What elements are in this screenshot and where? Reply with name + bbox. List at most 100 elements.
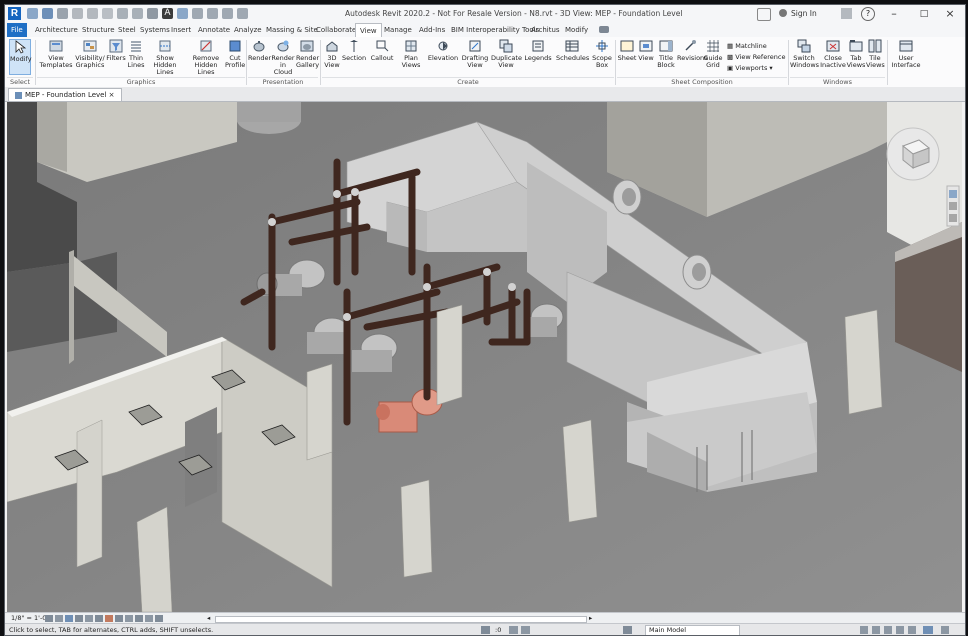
open-icon[interactable] bbox=[27, 8, 38, 19]
tag-icon[interactable] bbox=[147, 8, 158, 19]
exhaust-fan-2[interactable] bbox=[682, 254, 712, 290]
select-pinned-icon[interactable] bbox=[884, 626, 892, 634]
sheet-button[interactable]: Sheet bbox=[617, 39, 637, 62]
tab-file[interactable]: File bbox=[7, 23, 27, 37]
thin-lines-button[interactable]: Thin Lines bbox=[127, 39, 145, 69]
tab-modify[interactable]: Modify bbox=[561, 23, 592, 37]
user-interface-button[interactable]: User Interface bbox=[891, 39, 921, 69]
print-icon[interactable] bbox=[102, 8, 113, 19]
legends-button[interactable]: Legends bbox=[524, 39, 552, 62]
title-block-button[interactable]: Title Block bbox=[656, 39, 676, 69]
section-button[interactable]: Section bbox=[342, 39, 366, 62]
tab-architus[interactable]: Architus bbox=[527, 23, 564, 37]
tab-view[interactable]: View bbox=[355, 23, 382, 38]
plan-views-button[interactable]: Plan Views bbox=[398, 39, 424, 69]
tab-insert[interactable]: Insert bbox=[167, 23, 195, 37]
reveal-hidden-icon[interactable] bbox=[115, 615, 123, 622]
schedules-button[interactable]: Schedules bbox=[556, 39, 589, 62]
temporary-hide-icon[interactable] bbox=[105, 615, 113, 622]
sign-in-link[interactable]: Sign In bbox=[791, 9, 817, 18]
analytical-model-icon[interactable] bbox=[125, 615, 133, 622]
navigation-bar[interactable] bbox=[946, 185, 960, 227]
editable-only-icon[interactable] bbox=[521, 626, 530, 634]
tab-manage[interactable]: Manage bbox=[380, 23, 416, 37]
close-inactive-button[interactable]: Close Inactive bbox=[820, 39, 846, 69]
tab-add-ins[interactable]: Add-Ins bbox=[415, 23, 449, 37]
undo-icon[interactable] bbox=[72, 8, 83, 19]
callout-button[interactable]: Callout bbox=[368, 39, 396, 62]
help-icon[interactable]: ? bbox=[861, 7, 875, 21]
render-icon[interactable] bbox=[85, 615, 93, 622]
ribbon-options-icon[interactable] bbox=[599, 26, 609, 33]
render-in-cloud-button[interactable]: Render in Cloud bbox=[270, 39, 296, 76]
status-settings-icon[interactable] bbox=[941, 626, 949, 634]
tile-views-button[interactable]: Tile Views bbox=[866, 39, 885, 69]
view-reference-button[interactable]: ▩ View Reference bbox=[727, 52, 785, 63]
select-by-face-icon[interactable] bbox=[896, 626, 904, 634]
close-hidden-icon[interactable] bbox=[222, 8, 233, 19]
render-button[interactable]: Render bbox=[248, 39, 271, 62]
revisions-button[interactable]: Revisions bbox=[677, 39, 708, 62]
view-templates-button[interactable]: View Templates bbox=[39, 39, 73, 69]
worksets-icon[interactable] bbox=[481, 626, 490, 634]
active-design-option-select[interactable]: Main Model bbox=[645, 625, 740, 635]
redo-icon[interactable] bbox=[87, 8, 98, 19]
filter-icon[interactable] bbox=[923, 626, 933, 634]
highlight-displacement-icon[interactable] bbox=[135, 615, 143, 622]
3d-view-button[interactable]: 3D View bbox=[322, 39, 342, 69]
visibility-graphics-button[interactable]: Visibility/ Graphics bbox=[75, 39, 105, 69]
sync-icon[interactable] bbox=[57, 8, 68, 19]
detail-level-icon[interactable] bbox=[45, 615, 53, 622]
duplicate-view-button[interactable]: Duplicate View bbox=[491, 39, 522, 69]
switch-windows-button[interactable]: Switch Windows bbox=[790, 39, 819, 69]
cart-icon[interactable] bbox=[841, 8, 852, 19]
filters-button[interactable]: Filters bbox=[105, 39, 127, 62]
section-icon[interactable] bbox=[192, 8, 203, 19]
close-button[interactable]: × bbox=[935, 5, 965, 23]
tab-views-button[interactable]: Tab Views bbox=[846, 39, 866, 69]
design-option-icon[interactable] bbox=[623, 626, 632, 634]
drag-elements-icon[interactable] bbox=[908, 626, 916, 634]
view-cube[interactable] bbox=[886, 127, 940, 181]
select-links-icon[interactable] bbox=[860, 626, 868, 634]
matchline-button[interactable]: ▦ Matchline bbox=[727, 41, 785, 52]
revit-logo[interactable]: R bbox=[8, 7, 21, 20]
horizontal-scrollbar[interactable] bbox=[215, 616, 587, 623]
3d-viewport[interactable] bbox=[7, 102, 962, 612]
cut-profile-button[interactable]: Cut Profile bbox=[225, 39, 245, 69]
measure-icon[interactable] bbox=[117, 8, 128, 19]
view-button[interactable]: View bbox=[637, 39, 655, 62]
design-options-icon[interactable] bbox=[509, 626, 518, 634]
exhaust-fan-1[interactable] bbox=[612, 179, 642, 215]
show-hidden-lines-button[interactable]: Show Hidden Lines bbox=[145, 39, 185, 76]
tab-analyze[interactable]: Analyze bbox=[230, 23, 266, 37]
model-canvas[interactable] bbox=[7, 102, 962, 612]
guide-grid-button[interactable]: Guide Grid bbox=[703, 39, 723, 69]
close-icon[interactable]: × bbox=[109, 91, 115, 99]
shadows-icon[interactable] bbox=[75, 615, 83, 622]
search-icon[interactable] bbox=[757, 8, 771, 21]
user-icon[interactable] bbox=[779, 9, 787, 17]
tab-annotate[interactable]: Annotate bbox=[194, 23, 234, 37]
3d-view-icon[interactable] bbox=[177, 8, 188, 19]
view-tab-mep-foundation[interactable]: MEP - Foundation Level × bbox=[8, 88, 122, 101]
remove-hidden-lines-button[interactable]: Remove Hidden Lines bbox=[187, 39, 225, 76]
thin-lines-icon[interactable] bbox=[207, 8, 218, 19]
sun-path-icon[interactable] bbox=[65, 615, 73, 622]
group-select-label[interactable]: Select bbox=[7, 77, 33, 87]
constraints-icon[interactable] bbox=[145, 615, 153, 622]
tab-architecture[interactable]: Architecture bbox=[31, 23, 82, 37]
crop-view-icon[interactable] bbox=[95, 615, 103, 622]
scope-box-button[interactable]: Scope Box bbox=[590, 39, 614, 69]
drafting-view-button[interactable]: Drafting View bbox=[461, 39, 489, 69]
modify-button[interactable]: Modify bbox=[9, 39, 32, 75]
elevation-button[interactable]: Elevation bbox=[426, 39, 460, 62]
tab-structure[interactable]: Structure bbox=[78, 23, 119, 37]
viewports-button[interactable]: ▣ Viewports ▾ bbox=[727, 63, 785, 74]
switch-windows-icon[interactable] bbox=[237, 8, 248, 19]
visual-style-icon[interactable] bbox=[55, 615, 63, 622]
tab-collaborate[interactable]: Collaborate bbox=[312, 23, 360, 37]
select-underlay-icon[interactable] bbox=[872, 626, 880, 634]
dimension-icon[interactable] bbox=[132, 8, 143, 19]
back-wall-side[interactable] bbox=[37, 102, 67, 172]
